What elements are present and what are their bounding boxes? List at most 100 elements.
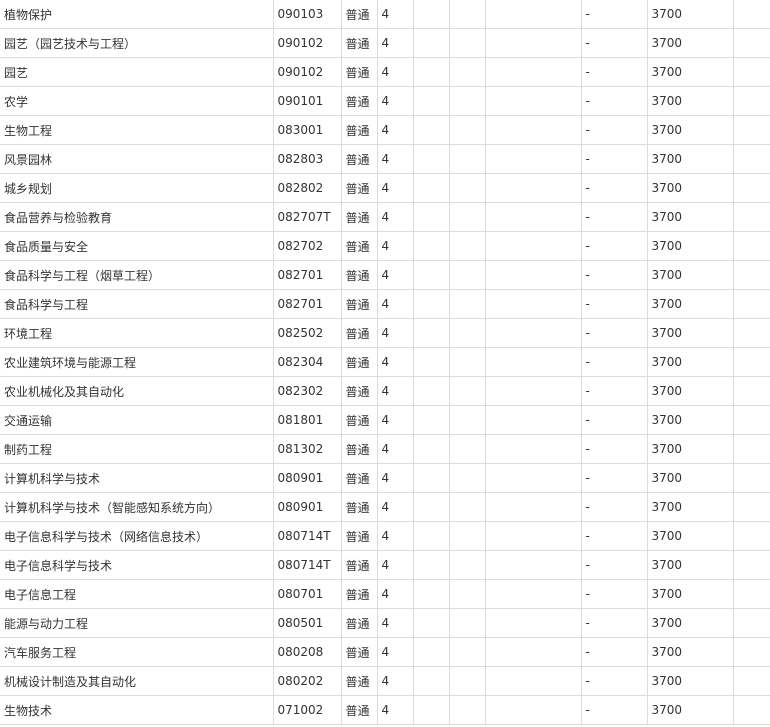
- duration-years-cell: 4: [376, 0, 414, 29]
- empty-cell: [732, 347, 770, 377]
- major-name-cell: 生物工程: [0, 115, 274, 145]
- empty-cell: [412, 434, 450, 464]
- enrollment-type-cell: 普通: [340, 376, 378, 406]
- major-name-cell: 电子信息工程: [0, 579, 274, 609]
- tuition-fee-cell: 3700: [646, 521, 734, 551]
- empty-cell: [412, 579, 450, 609]
- major-code-cell: 090102: [272, 57, 342, 87]
- table-row: 机械设计制造及其自动化 080202 普通 4 -3700: [0, 666, 770, 696]
- major-name-cell: 食品质量与安全: [0, 231, 274, 261]
- enrollment-type-cell: 普通: [340, 666, 378, 696]
- empty-cell: [412, 173, 450, 203]
- empty-cell: [732, 115, 770, 145]
- dash-cell: -: [580, 579, 648, 609]
- duration-years-cell: 4: [376, 463, 414, 493]
- table-row: 食品营养与检验教育 082707T 普通 4 -3700: [0, 202, 770, 232]
- empty-cell: [448, 608, 486, 638]
- major-code-cell: 080202: [272, 666, 342, 696]
- empty-cell: [732, 28, 770, 58]
- tuition-fee-cell: 3700: [646, 405, 734, 435]
- empty-cell: [484, 260, 582, 290]
- enrollment-type-cell: 普通: [340, 492, 378, 522]
- major-name-cell: 农学: [0, 86, 274, 116]
- enrollment-type-cell: 普通: [340, 231, 378, 261]
- dash-cell: -: [580, 202, 648, 232]
- empty-cell: [448, 28, 486, 58]
- table-row: 制药工程 081302 普通 4 -3700: [0, 434, 770, 464]
- dash-cell: -: [580, 550, 648, 580]
- empty-cell: [412, 637, 450, 667]
- enrollment-type-cell: 普通: [340, 115, 378, 145]
- table-row: 食品科学与工程 082701 普通 4 -3700: [0, 289, 770, 319]
- empty-cell: [484, 637, 582, 667]
- table-row: 园艺 090102 普通 4 -3700: [0, 57, 770, 87]
- tuition-fee-cell: 3700: [646, 318, 734, 348]
- empty-cell: [732, 57, 770, 87]
- major-name-cell: 计算机科学与技术（智能感知系统方向）: [0, 492, 274, 522]
- enrollment-type-cell: 普通: [340, 347, 378, 377]
- empty-cell: [412, 144, 450, 174]
- tuition-fee-cell: 3700: [646, 550, 734, 580]
- major-name-cell: 生物技术: [0, 695, 274, 725]
- empty-cell: [412, 115, 450, 145]
- tuition-fee-cell: 3700: [646, 695, 734, 725]
- empty-cell: [484, 666, 582, 696]
- enrollment-type-cell: 普通: [340, 202, 378, 232]
- major-code-cell: 082707T: [272, 202, 342, 232]
- duration-years-cell: 4: [376, 260, 414, 290]
- empty-cell: [484, 144, 582, 174]
- enrollment-type-cell: 普通: [340, 521, 378, 551]
- empty-cell: [732, 434, 770, 464]
- table-row: 城乡规划 082802 普通 4 -3700: [0, 173, 770, 203]
- major-name-cell: 汽车服务工程: [0, 637, 274, 667]
- dash-cell: -: [580, 86, 648, 116]
- table-row: 园艺（园艺技术与工程） 090102 普通 4 -3700: [0, 28, 770, 58]
- empty-cell: [448, 637, 486, 667]
- empty-cell: [732, 463, 770, 493]
- table-row: 风景园林 082803 普通 4 -3700: [0, 144, 770, 174]
- enrollment-type-cell: 普通: [340, 144, 378, 174]
- enrollment-type-cell: 普通: [340, 434, 378, 464]
- table-row: 农学 090101 普通 4 -3700: [0, 86, 770, 116]
- table-row: 农业机械化及其自动化 082302 普通 4 -3700: [0, 376, 770, 406]
- duration-years-cell: 4: [376, 231, 414, 261]
- tuition-fee-cell: 3700: [646, 492, 734, 522]
- empty-cell: [412, 521, 450, 551]
- duration-years-cell: 4: [376, 579, 414, 609]
- major-code-cell: 071002: [272, 695, 342, 725]
- empty-cell: [412, 86, 450, 116]
- enrollment-type-cell: 普通: [340, 0, 378, 29]
- majors-table: 植物保护 090103 普通 4-3700 园艺（园艺技术与工程） 090102 普通 4-3…: [0, 0, 770, 725]
- empty-cell: [448, 579, 486, 609]
- empty-cell: [484, 115, 582, 145]
- empty-cell: [484, 492, 582, 522]
- major-name-cell: 食品科学与工程: [0, 289, 274, 319]
- major-code-cell: 083001: [272, 115, 342, 145]
- major-code-cell: 080714T: [272, 550, 342, 580]
- dash-cell: -: [580, 318, 648, 348]
- empty-cell: [484, 289, 582, 319]
- duration-years-cell: 4: [376, 550, 414, 580]
- empty-cell: [484, 608, 582, 638]
- empty-cell: [732, 289, 770, 319]
- enrollment-type-cell: 普通: [340, 637, 378, 667]
- empty-cell: [448, 463, 486, 493]
- major-name-cell: 风景园林: [0, 144, 274, 174]
- duration-years-cell: 4: [376, 318, 414, 348]
- dash-cell: -: [580, 492, 648, 522]
- empty-cell: [732, 579, 770, 609]
- dash-cell: -: [580, 347, 648, 377]
- major-name-cell: 城乡规划: [0, 173, 274, 203]
- duration-years-cell: 4: [376, 347, 414, 377]
- empty-cell: [448, 289, 486, 319]
- major-code-cell: 080208: [272, 637, 342, 667]
- duration-years-cell: 4: [376, 637, 414, 667]
- dash-cell: -: [580, 666, 648, 696]
- enrollment-type-cell: 普通: [340, 695, 378, 725]
- major-name-cell: 能源与动力工程: [0, 608, 274, 638]
- empty-cell: [732, 405, 770, 435]
- enrollment-type-cell: 普通: [340, 318, 378, 348]
- enrollment-type-cell: 普通: [340, 463, 378, 493]
- duration-years-cell: 4: [376, 434, 414, 464]
- enrollment-type-cell: 普通: [340, 608, 378, 638]
